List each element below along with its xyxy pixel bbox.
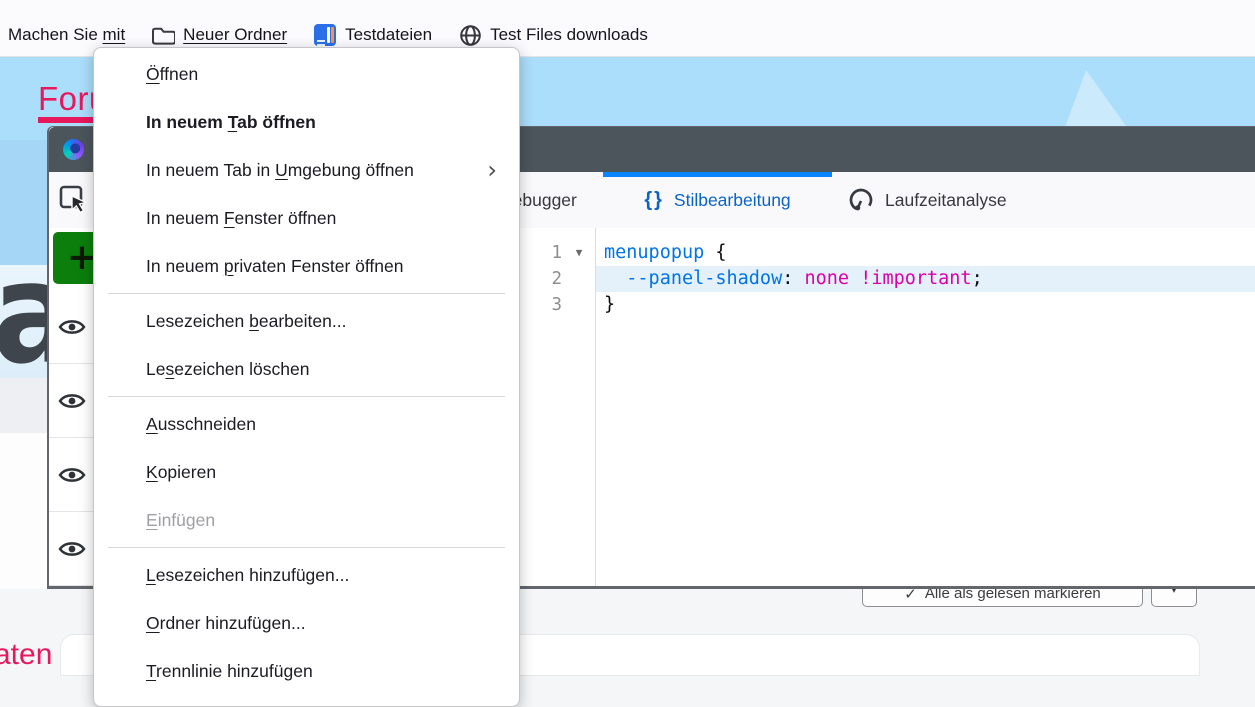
menu-separator	[108, 547, 505, 548]
code-text: }	[596, 292, 615, 318]
submenu-chevron-icon: ›	[487, 158, 497, 182]
menu-separator	[108, 396, 505, 397]
visibility-eye-icon[interactable]	[58, 317, 86, 337]
code-line[interactable]: 2 --panel-shadow: none !important;	[522, 266, 1255, 292]
menu-item-in-neuem-fenster-öffnen[interactable]: In neuem Fenster öffnen	[94, 194, 519, 242]
line-number: 2	[522, 266, 562, 292]
bookmark-item-neuer-ordner[interactable]: Neuer Ordner	[151, 23, 287, 47]
bookmark-item-test-files-downloads[interactable]: Test Files downloads	[458, 23, 648, 47]
code-text: menupopup {	[596, 240, 727, 266]
visibility-eye-icon[interactable]	[58, 465, 86, 485]
tab-laufzeitanalyse[interactable]: Laufzeitanalyse	[847, 172, 1007, 228]
menu-item-lesezeichen-löschen[interactable]: Lesezeichen löschen	[94, 345, 519, 393]
bookmark-item-testdateien[interactable]: Testdateien	[313, 23, 432, 47]
menu-item-in-neuem-tab-in-umgebung-öffnen[interactable]: In neuem Tab in Umgebung öffnen›	[94, 146, 519, 194]
menu-item-öffnen[interactable]: Öffnen	[94, 50, 519, 98]
menu-item-ordner-hinzufügen[interactable]: Ordner hinzufügen...	[94, 599, 519, 647]
folder-icon	[151, 24, 175, 46]
menu-item-einfügen: Einfügen	[94, 496, 519, 544]
line-number: 1	[522, 240, 562, 266]
globe-icon	[459, 24, 482, 47]
menu-item-lesezeichen-hinzufügen[interactable]: Lesezeichen hinzufügen...	[94, 551, 519, 599]
code-fold-arrow-icon	[562, 292, 596, 318]
menu-item-kopieren[interactable]: Kopieren	[94, 448, 519, 496]
menu-item-in-neuem-tab-öffnen[interactable]: In neuem Tab öffnen	[94, 98, 519, 146]
testfiles-favicon	[314, 24, 336, 46]
active-tab-indicator	[603, 172, 832, 177]
firefox-nightly-icon	[63, 139, 84, 160]
code-line[interactable]: 1▼menupopup {	[522, 240, 1255, 266]
menu-item-trennlinie-hinzufügen[interactable]: Trennlinie hinzufügen	[94, 647, 519, 695]
tab-stilbearbeitung[interactable]: {} Stilbearbeitung	[603, 172, 832, 228]
gauge-icon	[847, 186, 875, 214]
page-bottom-heading: aten	[0, 638, 52, 672]
css-source-editor[interactable]: 1▼menupopup {2 --panel-shadow: none !imp…	[522, 240, 1255, 318]
page-section-white	[0, 433, 47, 589]
code-fold-arrow-icon[interactable]: ▼	[562, 240, 596, 266]
node-picker-icon	[57, 183, 91, 217]
braces-icon: {}	[644, 189, 664, 212]
tab-laufzeitanalyse-label: Laufzeitanalyse	[885, 190, 1007, 211]
bookmark-item-machen-sie-mit[interactable]: Machen Sie mit	[8, 25, 125, 45]
menu-separator	[108, 293, 505, 294]
code-line[interactable]: 3}	[522, 292, 1255, 318]
code-text: --panel-shadow: none !important;	[596, 266, 983, 292]
node-picker-button[interactable]	[55, 181, 93, 219]
menu-item-ausschneiden[interactable]: Ausschneiden	[94, 400, 519, 448]
code-fold-arrow-icon	[562, 266, 596, 292]
visibility-eye-icon[interactable]	[58, 391, 86, 411]
menu-item-lesezeichen-bearbeiten[interactable]: Lesezeichen bearbeiten...	[94, 297, 519, 345]
menu-item-in-neuem-privaten-fenster-öffnen[interactable]: In neuem privaten Fenster öffnen	[94, 242, 519, 290]
tab-stilbearbeitung-label: Stilbearbeitung	[674, 190, 791, 211]
bookmark-context-menu: ÖffnenIn neuem Tab öffnenIn neuem Tab in…	[93, 47, 520, 707]
visibility-eye-icon[interactable]	[58, 539, 86, 559]
line-number: 3	[522, 292, 562, 318]
